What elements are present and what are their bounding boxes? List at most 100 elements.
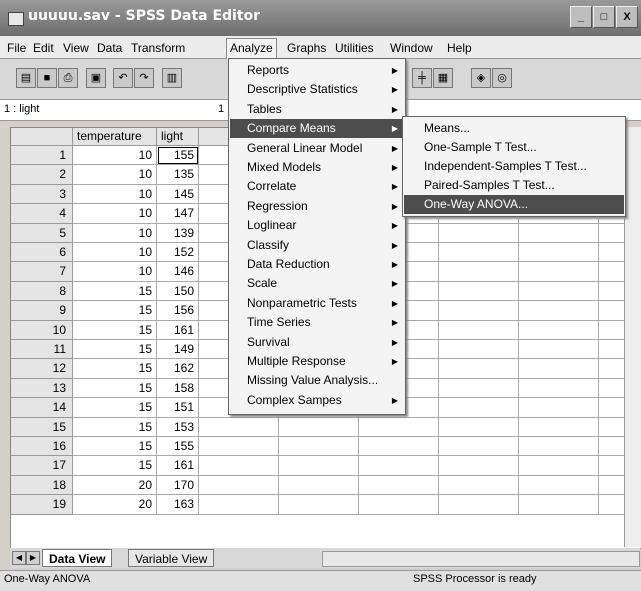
compare-means-item[interactable]: Independent-Samples T Test... bbox=[404, 157, 624, 176]
empty-cell[interactable] bbox=[519, 340, 599, 360]
analyze-menu-item[interactable]: Mixed Models ▶ bbox=[230, 158, 404, 177]
menu-window[interactable]: Window bbox=[387, 40, 436, 56]
analyze-menu-item[interactable]: Missing Value Analysis... bbox=[230, 371, 404, 390]
analyze-menu-item[interactable]: Correlate ▶ bbox=[230, 177, 404, 196]
menu-analyze[interactable]: Analyze bbox=[226, 38, 277, 59]
cell-temperature[interactable]: 15 bbox=[73, 456, 157, 476]
cell-light[interactable]: 135 bbox=[157, 165, 199, 185]
empty-cell[interactable] bbox=[439, 437, 519, 457]
cell-light[interactable]: 153 bbox=[157, 417, 199, 437]
analyze-menu-item[interactable]: Nonparametric Tests ▶ bbox=[230, 294, 404, 313]
cell-temperature[interactable]: 15 bbox=[73, 437, 157, 457]
empty-cell[interactable] bbox=[519, 475, 599, 496]
menu-data[interactable]: Data bbox=[94, 40, 125, 56]
empty-cell[interactable] bbox=[519, 378, 599, 399]
analyze-menu-item[interactable]: Tables ▶ bbox=[230, 100, 404, 119]
tab-scroll-left-icon[interactable]: ◀ bbox=[12, 551, 26, 565]
analyze-menu-item[interactable]: Data Reduction ▶ bbox=[230, 255, 404, 274]
column-header-light[interactable]: light bbox=[157, 128, 199, 146]
cell-light[interactable]: 139 bbox=[157, 223, 199, 243]
empty-cell[interactable] bbox=[519, 262, 599, 282]
empty-cell[interactable] bbox=[439, 456, 519, 476]
menu-utilities[interactable]: Utilities bbox=[332, 40, 377, 56]
cell-temperature[interactable]: 15 bbox=[73, 378, 157, 399]
cell-temperature[interactable]: 10 bbox=[73, 262, 157, 282]
empty-cell[interactable] bbox=[519, 243, 599, 263]
cell-light[interactable]: 151 bbox=[157, 398, 199, 418]
empty-cell[interactable] bbox=[439, 262, 519, 282]
cell-light[interactable]: 158 bbox=[157, 378, 199, 399]
row-header[interactable]: 9 bbox=[11, 301, 73, 321]
row-header[interactable]: 13 bbox=[11, 378, 73, 399]
select-cases-icon[interactable]: ▦ bbox=[433, 68, 453, 88]
cell-light[interactable]: 145 bbox=[157, 184, 199, 205]
cell-temperature[interactable]: 15 bbox=[73, 398, 157, 418]
analyze-menu-item[interactable]: General Linear Model ▶ bbox=[230, 139, 404, 158]
cell-light[interactable]: 150 bbox=[157, 281, 199, 302]
cell-light[interactable]: 152 bbox=[157, 243, 199, 263]
row-header[interactable]: 19 bbox=[11, 495, 73, 515]
analyze-menu-item[interactable]: Regression ▶ bbox=[230, 197, 404, 216]
empty-cell[interactable] bbox=[519, 281, 599, 302]
goto-chart-icon[interactable]: ▥ bbox=[162, 68, 182, 88]
empty-cell[interactable] bbox=[359, 495, 439, 515]
empty-cell[interactable] bbox=[439, 223, 519, 243]
cell-light[interactable]: 161 bbox=[157, 456, 199, 476]
analyze-menu-item[interactable]: Reports ▶ bbox=[230, 61, 404, 80]
analyze-menu-item[interactable]: Loglinear ▶ bbox=[230, 216, 404, 235]
row-header[interactable]: 18 bbox=[11, 475, 73, 496]
empty-cell[interactable] bbox=[279, 437, 359, 457]
empty-cell[interactable] bbox=[439, 340, 519, 360]
empty-cell[interactable] bbox=[519, 456, 599, 476]
empty-cell[interactable] bbox=[519, 417, 599, 437]
row-header[interactable]: 11 bbox=[11, 340, 73, 360]
close-button[interactable]: X bbox=[616, 6, 638, 28]
empty-cell[interactable] bbox=[439, 320, 519, 340]
empty-cell[interactable] bbox=[199, 475, 279, 496]
empty-cell[interactable] bbox=[279, 475, 359, 496]
cell-temperature[interactable]: 15 bbox=[73, 359, 157, 379]
redo-icon[interactable]: ↷ bbox=[134, 68, 154, 88]
compare-means-item[interactable]: Means... bbox=[404, 119, 624, 138]
empty-cell[interactable] bbox=[199, 437, 279, 457]
empty-cell[interactable] bbox=[439, 475, 519, 496]
cell-temperature[interactable]: 20 bbox=[73, 495, 157, 515]
analyze-menu-item[interactable]: Compare Means ▶ bbox=[230, 119, 404, 139]
maximize-button[interactable]: □ bbox=[593, 6, 615, 28]
cell-light[interactable]: 147 bbox=[157, 204, 199, 224]
empty-cell[interactable] bbox=[359, 456, 439, 476]
use-sets-icon[interactable]: ◎ bbox=[492, 68, 512, 88]
analyze-menu-item[interactable]: Classify ▶ bbox=[230, 236, 404, 255]
menu-transform[interactable]: Transform bbox=[128, 40, 188, 56]
row-header[interactable]: 12 bbox=[11, 359, 73, 379]
cell-value-input[interactable]: 1 bbox=[218, 103, 224, 115]
empty-cell[interactable] bbox=[279, 456, 359, 476]
row-header[interactable]: 2 bbox=[11, 165, 73, 185]
cell-light[interactable]: 155 bbox=[157, 146, 199, 166]
cell-temperature[interactable]: 10 bbox=[73, 165, 157, 185]
minimize-button[interactable]: _ bbox=[570, 6, 592, 28]
value-labels-icon[interactable]: ◈ bbox=[471, 68, 491, 88]
cell-light[interactable]: 170 bbox=[157, 475, 199, 496]
save-icon[interactable]: ■ bbox=[37, 68, 57, 88]
empty-cell[interactable] bbox=[439, 378, 519, 399]
horizontal-scrollbar[interactable] bbox=[322, 551, 640, 567]
empty-cell[interactable] bbox=[279, 495, 359, 515]
row-header[interactable]: 16 bbox=[11, 437, 73, 457]
compare-means-item[interactable]: One-Way ANOVA... bbox=[404, 195, 624, 214]
open-icon[interactable]: ▤ bbox=[16, 68, 36, 88]
split-file-icon[interactable]: ╪ bbox=[412, 68, 432, 88]
cell-temperature[interactable]: 10 bbox=[73, 204, 157, 224]
cell-light[interactable]: 155 bbox=[157, 437, 199, 457]
menu-help[interactable]: Help bbox=[444, 40, 475, 56]
cell-light[interactable]: 156 bbox=[157, 301, 199, 321]
analyze-menu-item[interactable]: Time Series ▶ bbox=[230, 313, 404, 332]
empty-cell[interactable] bbox=[439, 495, 519, 515]
cell-temperature[interactable]: 10 bbox=[73, 146, 157, 166]
dialog-recall-icon[interactable]: ▣ bbox=[86, 68, 106, 88]
empty-cell[interactable] bbox=[199, 495, 279, 515]
cell-light[interactable]: 149 bbox=[157, 340, 199, 360]
row-header[interactable]: 10 bbox=[11, 320, 73, 340]
empty-cell[interactable] bbox=[439, 417, 519, 437]
cell-temperature[interactable]: 15 bbox=[73, 417, 157, 437]
